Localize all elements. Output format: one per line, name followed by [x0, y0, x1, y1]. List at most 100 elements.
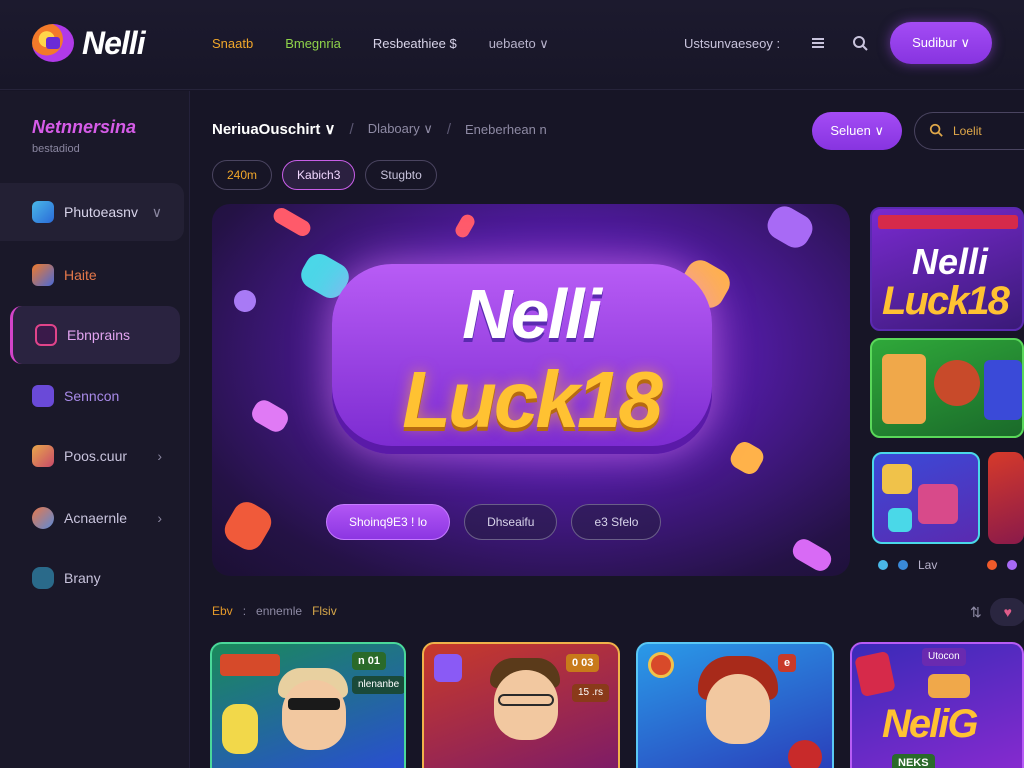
glove-icon [222, 704, 258, 754]
thumb-caption: Lav [918, 558, 938, 572]
game-card-1[interactable]: n 01 nlenanbe [210, 642, 406, 768]
section-label: Ebv [212, 604, 233, 618]
select-button[interactable]: Seluen ∨ [812, 112, 902, 150]
status-dot [878, 560, 888, 570]
breadcrumb-item-3[interactable]: Eneberhean n [465, 122, 547, 137]
breadcrumb-separator: / [446, 120, 452, 138]
ball-icon [788, 740, 822, 768]
decor-shard [789, 535, 835, 575]
crown-icon [928, 674, 970, 698]
character-face [706, 674, 770, 744]
filter-chips: 240m Kabich3 Stugbto [212, 160, 437, 190]
section-filter[interactable]: Flsiv [312, 604, 337, 618]
hero-share-button[interactable]: e3 Sfelo [571, 504, 662, 540]
block-tile [918, 484, 958, 524]
sort-icon[interactable]: ⇅ [970, 604, 982, 621]
block-tile [888, 508, 912, 532]
hero-title-line1: Nelli [462, 275, 602, 353]
search-placeholder: Loelit [953, 124, 982, 138]
thumb-title-line1: Nelli [912, 241, 989, 282]
topbar-actions: Ustsunvaeseoy : Sudibur ∨ [684, 22, 992, 64]
section-controls: ⇅ ♥ [970, 598, 1024, 626]
sidebar-item-label: Phutoeasnv [64, 204, 138, 220]
section-separator: : [242, 604, 247, 618]
chip-1[interactable]: 240m [212, 160, 273, 190]
nav-item-3[interactable]: Resbeathiee $ [373, 36, 457, 52]
heart-icon[interactable]: ♥ [989, 598, 1024, 626]
nav-item-2[interactable]: Bmegnria [285, 36, 341, 52]
hero-banner[interactable]: Nelli Luck18 Shoinq9E3 ! lo Dhseaifu e3 … [212, 204, 850, 576]
game-thumb-nelli-luck[interactable]: Nelli Luck18 [870, 207, 1024, 331]
card-badge: n 01 [352, 652, 387, 670]
glasses-icon [498, 694, 554, 706]
sidebar-item-acnaernle[interactable]: Acnaernle › [0, 489, 184, 547]
chevron-right-icon: › [157, 510, 162, 526]
card-badge: 0 03 [566, 654, 600, 672]
sidebar-item-label: Haite [64, 267, 97, 283]
flame-icon [32, 264, 54, 286]
game-thumb-blocks[interactable] [872, 452, 980, 544]
board-tile [984, 360, 1022, 420]
shield-icon [32, 385, 54, 407]
hero-details-button[interactable]: Dhseaifu [464, 504, 558, 540]
chip-3[interactable]: Stugbto [365, 160, 437, 190]
breadcrumb-item-1[interactable]: NeriuaOuschirt ∨ [212, 120, 336, 138]
decor-shard [452, 212, 478, 240]
breadcrumb-item-2[interactable]: Dlaboary ∨ [368, 121, 433, 137]
character-face [282, 680, 346, 750]
list-icon [35, 324, 57, 346]
card-sub-badge: 15 .rs [572, 684, 610, 702]
board-tile [882, 354, 926, 424]
logo[interactable]: Nelli [32, 24, 146, 62]
sidebar: Netnnersina bestadiod Phutoeasnv ∨ Haite… [0, 91, 190, 768]
search-icon[interactable] [848, 31, 872, 55]
nav-item-4[interactable]: uebaeto ∨ [489, 36, 549, 52]
sidebar-item-ebnprains[interactable]: Ebnprains [10, 306, 180, 364]
sunglasses-icon [288, 698, 340, 710]
game-thumb-board[interactable] [870, 338, 1024, 438]
chip-2[interactable]: Kabich3 [282, 160, 356, 190]
sidebar-subtitle: bestadiod [32, 143, 80, 155]
sidebar-item-label: Brany [64, 570, 101, 586]
sidebar-item-dropdown[interactable]: Phutoeasnv ∨ [0, 183, 184, 241]
section-sublabel: ennemle [256, 604, 303, 618]
sidebar-item-poos[interactable]: Poos.cuur › [0, 427, 184, 485]
game-card-4[interactable]: Utocon NeliG NEKS [850, 642, 1024, 768]
character-portrait [934, 360, 980, 406]
subscribe-button[interactable]: Sudibur ∨ [890, 22, 992, 64]
status-dot [898, 560, 908, 570]
sidebar-item-label: Acnaernle [64, 510, 128, 526]
hero-buttons: Shoinq9E3 ! lo Dhseaifu e3 Sfelo [326, 504, 662, 540]
breadcrumb: NeriuaOuschirt ∨ / Dlaboary ∨ / Eneberhe… [212, 120, 547, 139]
status-dot [987, 560, 998, 570]
sidebar-item-brany[interactable]: Brany [0, 549, 184, 607]
thumb-title-line2: Luck18 [882, 279, 1010, 323]
thumb-caption-row: Lav [878, 558, 1018, 572]
sidebar-item-label: Senncon [64, 388, 120, 404]
account-menu[interactable]: Ustsunvaeseoy : [684, 36, 780, 51]
chevron-right-icon: › [157, 448, 162, 464]
top-nav: Snaatb Bmegnria Resbeathiee $ uebaeto ∨ [212, 36, 549, 52]
nav-item-1[interactable]: Snaatb [212, 36, 253, 52]
sidebar-item-label: Poos.cuur [64, 448, 128, 464]
menu-icon[interactable] [806, 31, 830, 55]
hero-title-line2: Luck18 [402, 355, 663, 444]
hero-play-button[interactable]: Shoinq9E3 ! lo [326, 504, 451, 540]
card-sub-badge: Utocon [922, 648, 966, 666]
sidebar-item-senncon[interactable]: Senncon [0, 367, 184, 425]
section-header: Ebv : ennemle Flsiv [212, 604, 337, 618]
game-card-3[interactable]: e [636, 642, 834, 768]
sidebar-item-haite[interactable]: Haite [0, 246, 184, 304]
playing-card-icon [854, 650, 896, 698]
card-icon [434, 654, 462, 682]
decor-shard [762, 204, 818, 253]
image-icon [32, 445, 54, 467]
search-input[interactable]: Loelit [914, 112, 1024, 150]
card-icon [648, 652, 674, 678]
user-icon [32, 507, 54, 529]
top-bar: Nelli Snaatb Bmegnria Resbeathiee $ ueba… [0, 0, 1024, 90]
sidebar-title: Netnnersina [32, 117, 137, 137]
game-card-2[interactable]: 0 03 15 .rs [422, 642, 620, 768]
status-dot [1007, 560, 1018, 570]
game-thumb-partial[interactable] [988, 452, 1024, 544]
